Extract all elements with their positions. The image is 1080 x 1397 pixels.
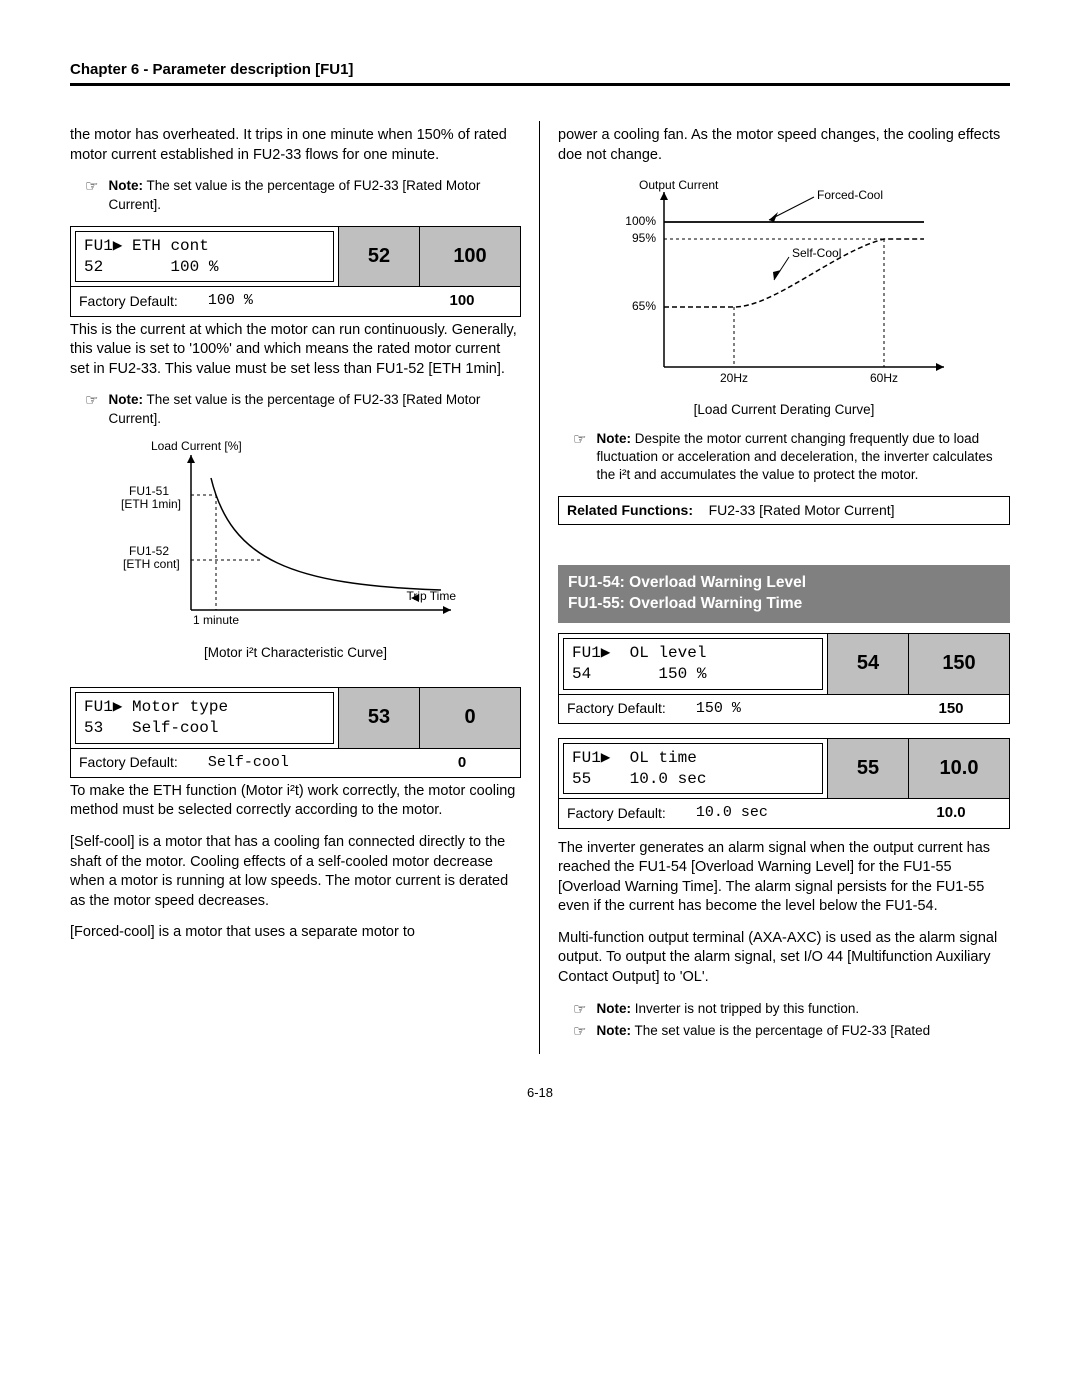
lcd-display: FU1▶ ETH cont 52 100 % — [75, 231, 334, 283]
note-text: Note: The set value is the percentage of… — [108, 177, 521, 213]
y-axis-label: Load Current [%] — [151, 440, 242, 453]
related-functions-box: Related Functions: FU2-33 [Rated Motor C… — [558, 496, 1010, 525]
two-column-layout: the motor has overheated. It trips in on… — [70, 121, 1010, 1054]
chart-derating: Output Current 100% 95% 65% 20Hz 60Hz Fo… — [558, 177, 1010, 419]
param-id: 55 — [827, 739, 908, 799]
related-value: FU2-33 [Rated Motor Current] — [709, 502, 895, 518]
body-text: the motor has overheated. It trips in on… — [70, 126, 521, 165]
chart-caption: [Motor i²t Characteristic Curve] — [70, 644, 521, 662]
default-label: Factory Default: — [567, 699, 666, 718]
default-value: 10.0 sec — [696, 803, 901, 823]
body-text: [Forced-cool] is a motor that uses a sep… — [70, 923, 521, 943]
lcd-display: FU1▶ Motor type 53 Self-cool — [75, 692, 334, 744]
param-id: 52 — [338, 227, 419, 287]
param-id: 54 — [827, 634, 908, 694]
param-value: 10.0 — [908, 739, 1009, 799]
note: ☞ Note: The set value is the percentage … — [70, 177, 521, 213]
default-bold: 150 — [901, 699, 1001, 719]
factory-default-row: Factory Default: Self-cool 0 — [71, 748, 520, 777]
default-label: Factory Default: — [79, 753, 178, 772]
default-label: Factory Default: — [567, 804, 666, 823]
body-text: [Self-cool] is a motor that has a coolin… — [70, 833, 521, 911]
note: ☞ Note: The set value is the percentage … — [70, 391, 521, 427]
section-heading: FU1-54: Overload Warning Level FU1-55: O… — [558, 565, 1010, 623]
y-tick: 95% — [632, 231, 656, 245]
right-column: power a cooling fan. As the motor speed … — [540, 121, 1010, 1054]
param-value: 100 — [419, 227, 520, 287]
note: ☞ Note: Despite the motor current changi… — [558, 430, 1010, 485]
param-box-54: FU1▶ OL level 54 150 % 54 150 Factory De… — [558, 633, 1010, 724]
y-tick: [ETH cont] — [123, 557, 180, 571]
body-text: The inverter generates an alarm signal w… — [558, 839, 1010, 917]
series-label: Self-Cool — [792, 246, 841, 260]
factory-default-row: Factory Default: 150 % 150 — [559, 694, 1009, 723]
x-tick: 20Hz — [720, 371, 748, 385]
y-tick: FU1-51 — [129, 484, 169, 498]
body-text: Multi-function output terminal (AXA-AXC)… — [558, 929, 1010, 988]
default-bold: 10.0 — [901, 803, 1001, 823]
chart-motor-i2t: Load Current [%] FU1-51 [ETH 1min] FU1-5… — [70, 440, 521, 662]
x-axis-label: Trip Time — [406, 589, 456, 603]
default-value: 100 % — [208, 291, 412, 311]
series-label: Forced-Cool — [817, 188, 883, 202]
note: ☞ Note: Inverter is not tripped by this … — [558, 1000, 1010, 1020]
default-bold: 100 — [412, 291, 512, 311]
factory-default-row: Factory Default: 10.0 sec 10.0 — [559, 798, 1009, 827]
chart-caption: [Load Current Derating Curve] — [558, 401, 1010, 419]
y-tick: FU1-52 — [129, 544, 169, 558]
param-id: 53 — [338, 688, 419, 748]
pointer-icon: ☞ — [70, 391, 98, 427]
body-text: To make the ETH function (Motor i²t) wor… — [70, 782, 521, 821]
body-text: power a cooling fan. As the motor speed … — [558, 126, 1010, 165]
default-label: Factory Default: — [79, 292, 178, 311]
page-header: Chapter 6 - Parameter description [FU1] — [70, 60, 1010, 86]
factory-default-row: Factory Default: 100 % 100 — [71, 286, 520, 315]
default-value: 150 % — [696, 699, 901, 719]
param-box-55: FU1▶ OL time 55 10.0 sec 55 10.0 Factory… — [558, 738, 1010, 829]
pointer-icon: ☞ — [70, 177, 98, 213]
pointer-icon: ☞ — [558, 1022, 586, 1042]
param-value: 150 — [908, 634, 1009, 694]
x-tick: 60Hz — [870, 371, 898, 385]
note-text: Note: The set value is the percentage of… — [596, 1022, 930, 1042]
lcd-display: FU1▶ OL time 55 10.0 sec — [563, 743, 823, 795]
y-tick: 100% — [625, 214, 656, 228]
pointer-icon: ☞ — [558, 1000, 586, 1020]
x-tick: 1 minute — [192, 613, 238, 627]
page-number: 6-18 — [70, 1084, 1010, 1102]
note-text: Note: The set value is the percentage of… — [108, 391, 521, 427]
note-text: Note: Despite the motor current changing… — [596, 430, 1010, 485]
default-bold: 0 — [412, 753, 512, 773]
lcd-display: FU1▶ OL level 54 150 % — [563, 638, 823, 690]
related-label: Related Functions: — [567, 502, 693, 518]
y-axis-label: Output Current — [639, 178, 719, 192]
param-box-53: FU1▶ Motor type 53 Self-cool 53 0 Factor… — [70, 687, 521, 778]
y-tick: [ETH 1min] — [121, 497, 181, 511]
param-value: 0 — [419, 688, 520, 748]
default-value: Self-cool — [208, 753, 412, 773]
left-column: the motor has overheated. It trips in on… — [70, 121, 540, 1054]
note: ☞ Note: The set value is the percentage … — [558, 1022, 1010, 1042]
pointer-icon: ☞ — [558, 430, 586, 485]
note-text: Note: Inverter is not tripped by this fu… — [596, 1000, 859, 1020]
body-text: This is the current at which the motor c… — [70, 321, 521, 380]
param-box-52: FU1▶ ETH cont 52 100 % 52 100 Factory De… — [70, 226, 521, 317]
y-tick: 65% — [632, 299, 656, 313]
